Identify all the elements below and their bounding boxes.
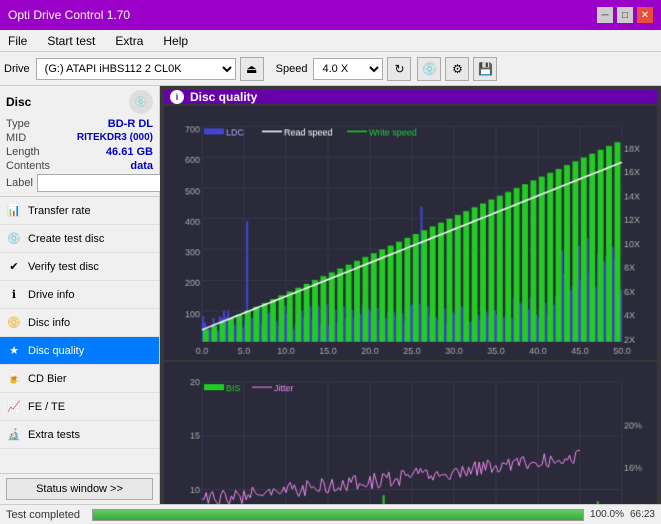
progress-fill xyxy=(93,510,583,520)
settings-button[interactable]: ⚙ xyxy=(445,57,469,81)
menu-file[interactable]: File xyxy=(4,32,31,50)
drive-label: Drive xyxy=(4,63,30,75)
fe-te-icon: 📈 xyxy=(6,399,22,415)
disc-quality-icon: ★ xyxy=(6,343,22,359)
speed-select[interactable]: 4.0 X xyxy=(313,58,383,80)
burn-button[interactable]: 💿 xyxy=(417,57,441,81)
eject-button[interactable]: ⏏ xyxy=(240,57,264,81)
nav-extra-tests-label: Extra tests xyxy=(28,429,80,441)
nav-fe-te[interactable]: 📈 FE / TE xyxy=(0,393,159,421)
disc-mid-label: MID xyxy=(6,132,26,144)
status-text: Test completed xyxy=(6,509,86,521)
chart2-canvas xyxy=(164,362,657,505)
sidebar: Disc 💿 Type BD-R DL MID RITEKDR3 (000) L… xyxy=(0,86,160,504)
content-area: i Disc quality LDC xyxy=(160,86,661,504)
nav-drive-info[interactable]: ℹ Drive info xyxy=(0,281,159,309)
disc-panel: Disc 💿 Type BD-R DL MID RITEKDR3 (000) L… xyxy=(0,86,159,197)
progress-bar xyxy=(92,509,584,521)
status-bar: Status window >> xyxy=(0,473,159,504)
disc-type-row: Type BD-R DL xyxy=(6,118,153,130)
disc-type-label: Type xyxy=(6,118,30,130)
nav-cd-bier-label: CD Bier xyxy=(28,373,67,385)
nav-items: 📊 Transfer rate 💿 Create test disc ✔ Ver… xyxy=(0,197,159,473)
disc-length-label: Length xyxy=(6,146,40,158)
menubar: File Start test Extra Help xyxy=(0,30,661,52)
extra-tests-icon: 🔬 xyxy=(6,427,22,443)
chart2-wrapper xyxy=(164,362,657,505)
nav-create-test-disc[interactable]: 💿 Create test disc xyxy=(0,225,159,253)
status-window-button[interactable]: Status window >> xyxy=(6,478,153,500)
drive-info-icon: ℹ xyxy=(6,287,22,303)
nav-disc-quality-label: Disc quality xyxy=(28,345,84,357)
disc-contents-label: Contents xyxy=(6,160,50,172)
menu-extra[interactable]: Extra xyxy=(111,32,147,50)
save-button[interactable]: 💾 xyxy=(473,57,497,81)
verify-test-disc-icon: ✔ xyxy=(6,259,22,275)
panel-title: Disc quality xyxy=(190,90,257,104)
nav-fe-te-label: FE / TE xyxy=(28,401,65,413)
titlebar: Opti Drive Control 1.70 ─ □ ✕ xyxy=(0,0,661,30)
speed-label: Speed xyxy=(276,63,308,75)
chart1-canvas xyxy=(164,106,657,360)
minimize-button[interactable]: ─ xyxy=(597,7,613,23)
nav-transfer-rate-label: Transfer rate xyxy=(28,205,91,217)
close-button[interactable]: ✕ xyxy=(637,7,653,23)
panel-header: i Disc quality xyxy=(164,90,657,104)
maximize-button[interactable]: □ xyxy=(617,7,633,23)
nav-verify-test-disc[interactable]: ✔ Verify test disc xyxy=(0,253,159,281)
progress-time: 66:23 xyxy=(630,509,655,520)
nav-transfer-rate[interactable]: 📊 Transfer rate xyxy=(0,197,159,225)
disc-contents-value: data xyxy=(130,160,153,172)
nav-extra-tests[interactable]: 🔬 Extra tests xyxy=(0,421,159,449)
menu-starttest[interactable]: Start test xyxy=(43,32,99,50)
disc-label-label: Label xyxy=(6,177,33,189)
nav-cd-bier[interactable]: 🍺 CD Bier xyxy=(0,365,159,393)
nav-disc-info-label: Disc info xyxy=(28,317,70,329)
nav-verify-test-disc-label: Verify test disc xyxy=(28,261,99,273)
nav-disc-quality[interactable]: ★ Disc quality xyxy=(0,337,159,365)
disc-label-row: Label 🔍 xyxy=(6,174,153,192)
drive-select[interactable]: (G:) ATAPI iHBS112 2 CL0K xyxy=(36,58,236,80)
nav-disc-info[interactable]: 📀 Disc info xyxy=(0,309,159,337)
chart1-wrapper xyxy=(164,106,657,360)
panel-header-icon: i xyxy=(170,90,184,104)
refresh-button[interactable]: ↻ xyxy=(387,57,411,81)
disc-mid-value: RITEKDR3 (000) xyxy=(77,132,153,144)
progress-percent: 100.0% xyxy=(590,509,624,520)
window-controls: ─ □ ✕ xyxy=(597,7,653,23)
disc-label-input[interactable] xyxy=(37,174,175,192)
nav-drive-info-label: Drive info xyxy=(28,289,74,301)
disc-mid-row: MID RITEKDR3 (000) xyxy=(6,132,153,144)
disc-contents-row: Contents data xyxy=(6,160,153,172)
disc-panel-title: Disc xyxy=(6,95,31,109)
toolbar: Drive (G:) ATAPI iHBS112 2 CL0K ⏏ Speed … xyxy=(0,52,661,86)
menu-help[interactable]: Help xyxy=(159,32,192,50)
disc-type-value: BD-R DL xyxy=(108,118,153,130)
disc-length-row: Length 46.61 GB xyxy=(6,146,153,158)
cd-bier-icon: 🍺 xyxy=(6,371,22,387)
charts-container xyxy=(164,106,657,504)
disc-info-icon: 📀 xyxy=(6,315,22,331)
create-test-disc-icon: 💿 xyxy=(6,231,22,247)
app-title: Opti Drive Control 1.70 xyxy=(8,8,130,22)
bottom-bar: Test completed 100.0% 66:23 xyxy=(0,504,661,524)
transfer-rate-icon: 📊 xyxy=(6,203,22,219)
nav-create-test-disc-label: Create test disc xyxy=(28,233,104,245)
disc-icon: 💿 xyxy=(129,90,153,114)
disc-length-value: 46.61 GB xyxy=(106,146,153,158)
